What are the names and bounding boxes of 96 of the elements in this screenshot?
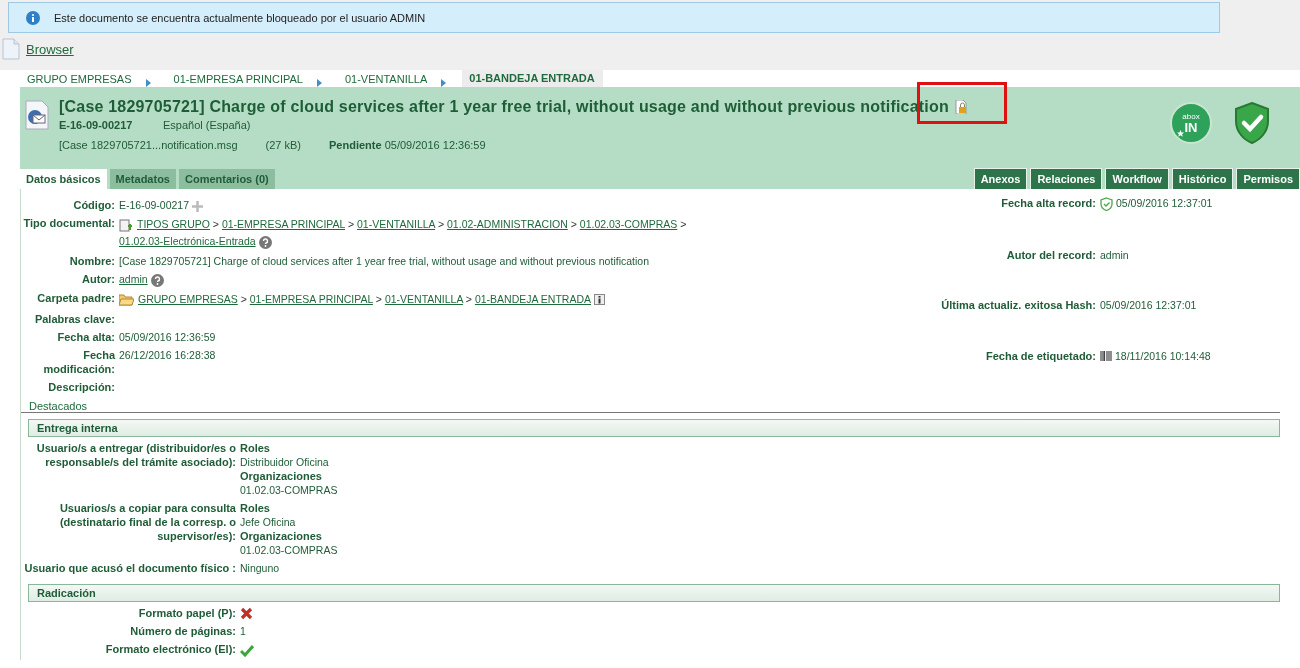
path-separator: > [212,218,219,230]
field-value: 18/11/2016 10:14:48 [1115,349,1211,362]
field-label: Descripción: [47,379,115,394]
field-label: Fecha alta: [56,329,115,344]
file-name: [Case 1829705721...notification.msg [59,139,238,152]
field-value: 05/09/2016 12:37:01 [1100,299,1197,312]
path-link[interactable]: TIPOS GRUPO [137,218,210,230]
field-label: Usuario/s a entregar (distribuidor/es o responsable/s del trámite asociado): [35,440,236,469]
tab[interactable]: Metadatos [109,169,176,189]
action-button[interactable]: Anexos [973,168,1028,189]
breadcrumb-item[interactable]: 01-VENTANILLA [337,72,436,87]
document-code: E-16-09-00217 [59,119,134,132]
field-value: 05/09/2016 12:36:59 [119,330,216,343]
info-icon [594,294,605,306]
caret-icon [316,79,322,87]
field-value: admin [1100,248,1129,261]
badge-text: IN [1184,121,1198,134]
field-label: Nombre: [68,254,115,268]
section-header: Radicación [28,583,1280,602]
path-link[interactable]: GRUPO EMPRESAS [138,292,238,305]
action-button[interactable]: Workflow [1105,168,1169,189]
field-value: Distribuidor Oficina [240,454,330,469]
field-value: 01.02.03-COMPRAS [240,542,339,557]
field-label: Código: [72,198,115,212]
tab[interactable]: Comentarios (0) [179,169,275,189]
document-type-icon [119,218,133,232]
path-link[interactable]: 01.02.03-COMPRAS [579,218,678,230]
field-label: Carpeta padre: [36,290,115,305]
field-label: Fecha modificación: [42,347,115,376]
breadcrumb-item[interactable]: 01-BANDEJA ENTRADA [462,70,603,87]
path-link[interactable]: 01.02-ADMINISTRACION [447,218,568,230]
field-label: Número de páginas: [129,624,236,639]
group-heading: Roles [240,440,271,455]
shield-check-icon [1234,102,1270,144]
caret-icon [145,79,151,87]
field-value: Ninguno [240,561,280,574]
field-label: Formato papel (P): [137,605,236,620]
help-icon [258,235,272,249]
field-label: Fecha de etiquetado: [984,348,1096,363]
field-label: Formato electrónico (El): [104,642,236,657]
action-button[interactable]: Permisos [1236,168,1300,189]
path-separator: > [375,292,382,305]
folder-icon [119,293,134,306]
shield-check-icon [1100,197,1113,212]
path-separator: > [240,292,247,305]
field-value: E-16-09-00217 [119,199,190,211]
path-link[interactable]: 01.02.03-Electrónica-Entrada [119,235,256,247]
status-date: 05/09/2016 12:36:59 [383,139,486,151]
section-header: Entrega interna [28,418,1280,437]
path-link[interactable]: 01-VENTANILLA [357,218,436,230]
field-value: 1 [240,625,246,638]
path-separator: > [347,218,355,230]
field-label: Última actualiz. exitosa Hash: [940,298,1096,313]
caret-icon [441,79,447,87]
highlights-link[interactable]: Destacados [29,399,88,412]
barcode-icon [1100,351,1112,364]
field-value: 26/12/2016 16:28:38 [119,348,216,361]
path-separator: > [465,292,472,305]
info-icon [26,10,40,25]
path-link[interactable]: 01-VENTANILLA [384,292,463,305]
field-label: Usuarios/s a copiar para consulta (destinatario final de la corresp. o supervisor/es): [58,500,236,543]
action-button[interactable]: Relaciones [1030,168,1103,189]
status-label: Pendiente [329,139,382,151]
star-icon [1177,130,1184,137]
field-label: Tipo documental: [22,216,115,230]
browser-link[interactable]: Browser [26,41,74,57]
tab[interactable]: Datos básicos [20,169,107,189]
group-heading: Roles [240,500,271,515]
badge-text: abox [1182,112,1200,121]
field-value: 01.02.03-COMPRAS [240,482,339,497]
field-label: Palabras clave: [33,311,115,326]
path-link[interactable]: 01-EMPRESA PRINCIPAL [221,218,346,230]
action-button[interactable]: Histórico [1171,168,1234,189]
path-separator: > [437,218,445,230]
field-label: Usuario que acusó el documento físico : [23,560,236,575]
path-link[interactable]: 01-BANDEJA ENTRADA [474,292,591,305]
path-link[interactable]: admin [119,273,148,285]
field-label: Autor del record: [1005,247,1096,262]
plus-icon [192,200,204,212]
breadcrumb-item[interactable]: 01-EMPRESA PRINCIPAL [166,72,311,87]
field-value: [Case 1829705721] Charge of cloud services after 1 year free trial, without usage and without previous notification [119,255,649,267]
field-value: Jefe Oficina [240,514,297,529]
path-separator: > [680,218,687,230]
email-document-icon [25,100,49,130]
field-value: 05/09/2016 12:37:01 [1116,197,1213,209]
breadcrumb-item[interactable]: GRUPO EMPRESAS [20,72,140,87]
document-language: Español (España) [163,119,251,132]
alert-text: Este documento se encuentra actualmente bloqueado por el usuario ADMIN [54,11,426,24]
field-label: Autor: [81,272,115,286]
file-size: (27 kB) [265,139,302,152]
path-link[interactable]: 01-EMPRESA PRINCIPAL [249,292,373,305]
path-separator: > [570,218,577,230]
help-icon [150,273,164,287]
group-heading: Organizaciones [240,468,323,483]
field-label: Fecha alta record: [1000,196,1096,210]
group-heading: Organizaciones [240,528,323,543]
